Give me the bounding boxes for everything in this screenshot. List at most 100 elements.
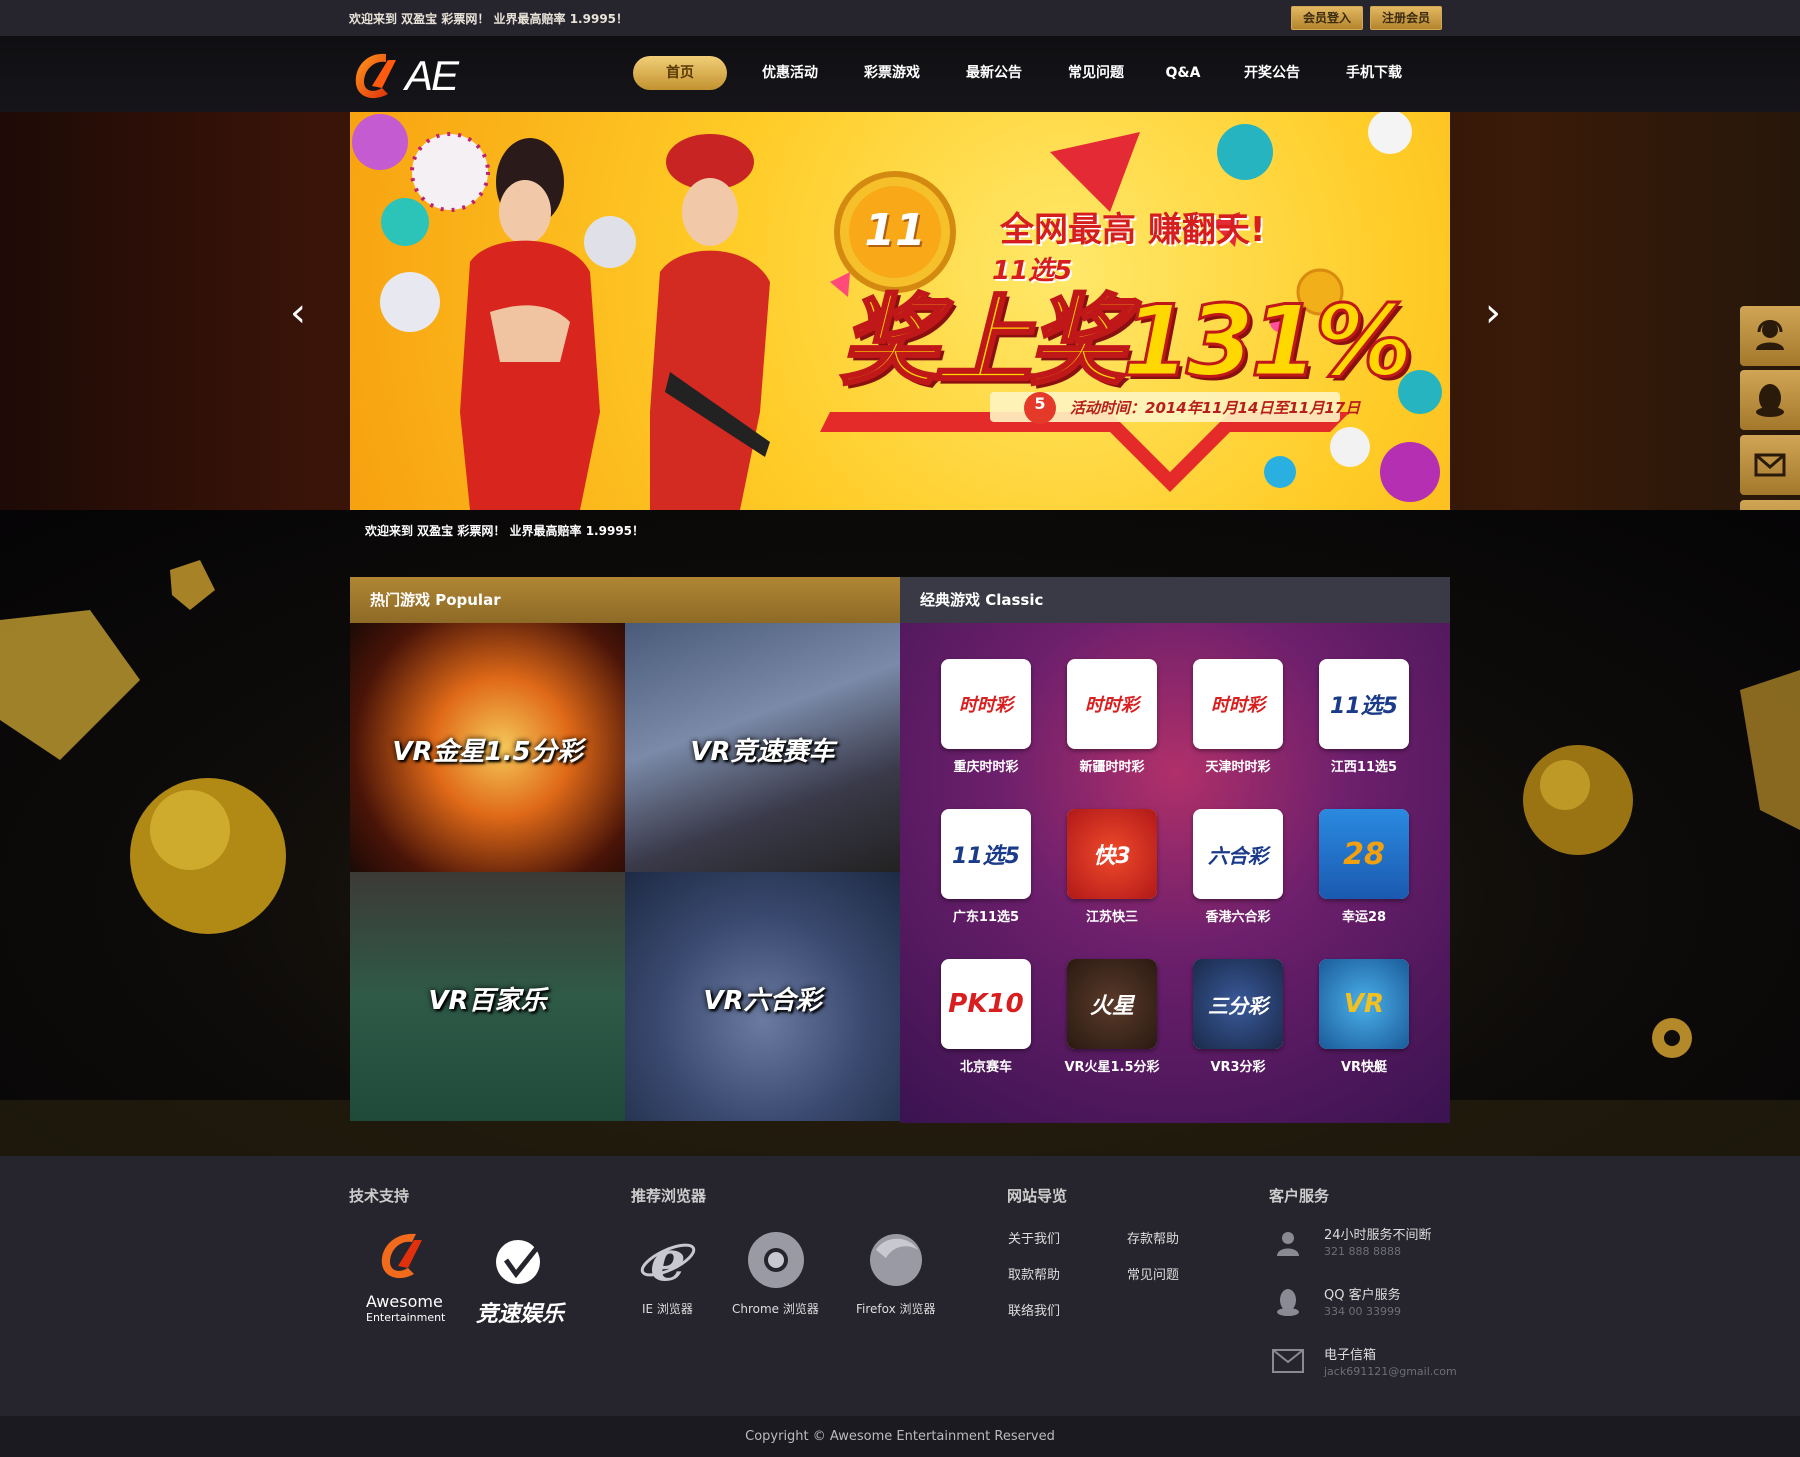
service-24h-phone: 321 888 8888 [1324, 1245, 1401, 1258]
game-label-xinjiang-ssc: 新疆时时彩 [1079, 760, 1145, 775]
ie-browser-label[interactable]: IE 浏览器 [642, 1300, 693, 1317]
footer-browsers-title: 推荐浏览器 [631, 1187, 707, 1205]
copyright-bar: Copyright © Awesome Entertainment Reserv… [0, 1416, 1800, 1457]
footer-link-contact[interactable]: 联络我们 [1008, 1300, 1060, 1319]
awesome-brand-sub: Entertainment [366, 1311, 446, 1324]
svg-text:e: e [650, 1230, 686, 1290]
nav-faq[interactable]: 常见问题 [1056, 56, 1136, 90]
game-icon-vr-3min[interactable]: 三分彩 [1193, 959, 1283, 1049]
popular-games-header: 热门游戏 Popular [350, 577, 900, 623]
game-label-jiangxi-11x5: 江西11选5 [1330, 760, 1398, 775]
game-icon-chongqing-ssc[interactable]: 时时彩 [941, 659, 1031, 749]
mail-icon [1754, 453, 1786, 477]
promo-banner[interactable]: 11 全网最高 赚翻天! 11选5 奖上奖131% 5 活动时间：2014年11… [350, 112, 1450, 510]
banner-headline: 全网最高 赚翻天! [1000, 210, 1266, 250]
qq-penguin-icon [1277, 1289, 1299, 1316]
game-icon-hk-marksix[interactable]: 六合彩 [1193, 809, 1283, 899]
game-label-tianjin-ssc: 天津时时彩 [1205, 760, 1271, 775]
game-label-guangdong-11x5: 广东11选5 [952, 910, 1020, 925]
headset-icon [1756, 320, 1784, 350]
logo-text: AE [405, 52, 459, 99]
awesome-logo-icon [381, 1233, 422, 1279]
game-icon-tianjin-ssc[interactable]: 时时彩 [1193, 659, 1283, 749]
banner-ball-number: 5 [1034, 394, 1046, 413]
footer-link-deposit-help[interactable]: 存款帮助 [1127, 1228, 1179, 1247]
footer-link-withdraw-help[interactable]: 取款帮助 [1008, 1264, 1060, 1283]
game-icon-xinjiang-ssc[interactable]: 时时彩 [1067, 659, 1157, 749]
game-label-beijing-pk10: 北京赛车 [959, 1060, 1012, 1075]
firefox-browser-icon[interactable] [864, 1230, 928, 1290]
game-label-chongqing-ssc: 重庆时时彩 [953, 760, 1019, 775]
game-label-vr-mars: VR火星1.5分彩 [1064, 1060, 1160, 1075]
11x5-logo-icon: 11选5 [952, 844, 1020, 869]
footer-tech-title: 技术支持 [349, 1187, 410, 1205]
game-tile-vr-baccarat[interactable]: VR百家乐 [350, 872, 625, 1121]
nav-draw-results[interactable]: 开奖公告 [1232, 56, 1312, 90]
side-support-button[interactable] [1740, 306, 1800, 366]
game-icon-lucky28[interactable]: 28 [1319, 809, 1409, 899]
banner-next-arrow-icon[interactable]: › [1485, 290, 1501, 336]
nav-announcements[interactable]: 最新公告 [954, 56, 1034, 90]
game-icon-jiangxi-11x5[interactable]: 11选5 [1319, 659, 1409, 749]
speedboat-logo-icon: VR [1319, 959, 1409, 1049]
login-button[interactable]: 会员登入 [1291, 6, 1363, 30]
game-label-lucky28: 幸运28 [1341, 910, 1387, 925]
side-mail-button[interactable] [1740, 435, 1800, 495]
banner-badge: 11 [864, 205, 926, 256]
11x5-logo-icon: 11选5 [1330, 694, 1398, 719]
game-label-jiangsu-k3: 江苏快三 [1085, 910, 1138, 925]
welcome-text: 欢迎来到 双盈宝 彩票网！ 业界最高赔率 1.9995！ [349, 12, 629, 26]
marksix-logo-icon: 六合彩 [1208, 843, 1268, 868]
game-icon-beijing-pk10[interactable]: PK10 [941, 959, 1031, 1049]
footer-link-about[interactable]: 关于我们 [1008, 1228, 1060, 1247]
service-qq-label: QQ 客户服务 [1324, 1288, 1401, 1303]
3min-logo-icon: 三分彩 [1193, 959, 1283, 1049]
site-logo[interactable]: AE [352, 46, 472, 106]
nav-qa[interactable]: Q&A [1158, 56, 1208, 90]
news-ticker: 欢迎来到 双盈宝 彩票网！ 业界最高赔率 1.9995！ [365, 524, 645, 538]
game-tile-title: VR百家乐 [428, 986, 547, 1016]
classic-games-header: 经典游戏 Classic [900, 577, 1450, 623]
awesome-brand-line1: Awesome [366, 1292, 443, 1311]
ie-browser-icon[interactable]: e [638, 1230, 698, 1290]
ssc-logo-icon: 时时彩 [1211, 695, 1265, 716]
jingsu-logo-icon [496, 1240, 542, 1284]
service-email-address[interactable]: jack691121@gmail.com [1324, 1365, 1457, 1378]
game-tile-vr-racing[interactable]: VR竞速赛车 [625, 623, 900, 872]
side-qq-button[interactable] [1740, 370, 1800, 430]
headset-icon [1277, 1232, 1299, 1256]
game-icon-guangdong-11x5[interactable]: 11选5 [941, 809, 1031, 899]
game-icon-vr-mars[interactable]: 火星 [1067, 959, 1157, 1049]
register-button[interactable]: 注册会员 [1370, 6, 1442, 30]
game-icon-vr-speedboat[interactable]: VR [1319, 959, 1409, 1049]
service-qq-number: 334 00 33999 [1324, 1305, 1401, 1318]
nav-promotions[interactable]: 优惠活动 [750, 56, 830, 90]
banner-prev-arrow-icon[interactable]: ‹ [290, 290, 306, 336]
game-label-vr-speedboat: VR快艇 [1340, 1060, 1388, 1075]
game-tile-vr-marksix[interactable]: VR六合彩 [625, 872, 900, 1121]
ssc-logo-icon: 时时彩 [1085, 695, 1139, 716]
qq-penguin-icon [1756, 384, 1784, 417]
game-icon-jiangsu-k3[interactable]: 快3 [1067, 809, 1157, 899]
banner-date: 活动时间：2014年11月14日至11月17日 [1070, 399, 1361, 417]
game-tile-vr-venus[interactable]: VR金星1.5分彩 [350, 623, 625, 872]
service-email-label: 电子信箱 [1324, 1348, 1377, 1363]
k3-logo-icon: 快3 [1067, 809, 1157, 899]
footer-service-title: 客户服务 [1269, 1187, 1330, 1205]
nav-mobile-download[interactable]: 手机下载 [1334, 56, 1414, 90]
service-24h-label: 24小时服务不间断 [1324, 1228, 1432, 1243]
mail-icon [1272, 1349, 1304, 1373]
firefox-browser-label[interactable]: Firefox 浏览器 [856, 1300, 936, 1317]
lucky28-logo-icon: 28 [1319, 809, 1409, 899]
footer-link-faq[interactable]: 常见问题 [1127, 1264, 1179, 1283]
mars-logo-icon: 火星 [1067, 959, 1157, 1049]
banner-big-text: 奖上奖131% [839, 284, 1415, 401]
chrome-browser-icon[interactable] [746, 1230, 806, 1290]
nav-lottery-games[interactable]: 彩票游戏 [852, 56, 932, 90]
ssc-logo-icon: 时时彩 [959, 695, 1013, 716]
chrome-browser-label[interactable]: Chrome 浏览器 [732, 1300, 819, 1317]
nav-home[interactable]: 首页 [633, 56, 727, 90]
game-label-vr-3min: VR3分彩 [1210, 1060, 1266, 1075]
logo-mark-icon [355, 53, 396, 99]
game-tile-title: VR金星1.5分彩 [392, 737, 583, 767]
